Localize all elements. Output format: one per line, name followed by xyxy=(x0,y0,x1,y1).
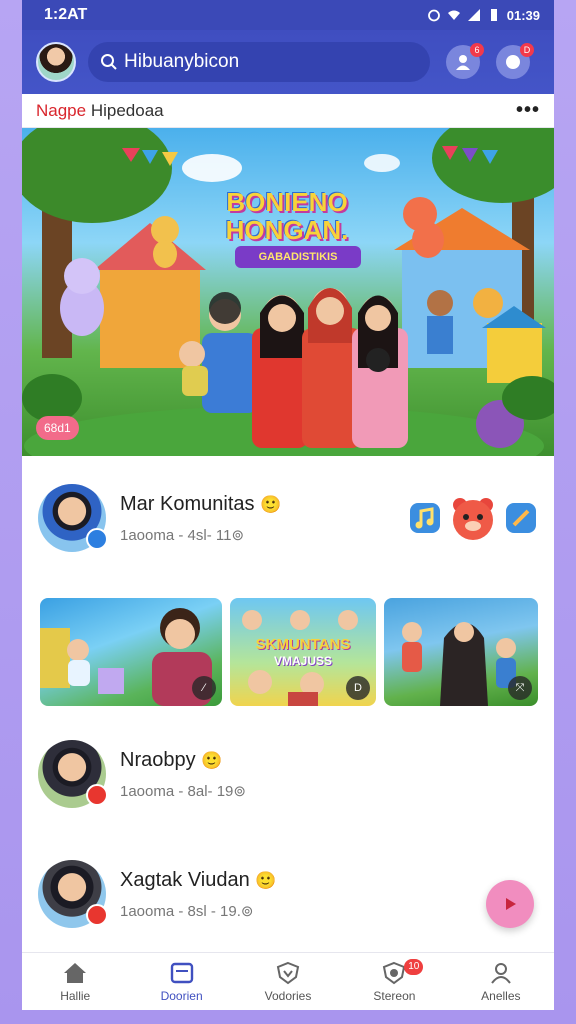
feed-name-text: Mar Komunitas xyxy=(120,492,255,515)
post-title-bar: Nagpe Hipedoaa ••• xyxy=(22,94,554,128)
user-icon xyxy=(491,962,511,984)
smile-emoji-icon: 🙂 xyxy=(255,870,277,890)
nav-label: Vodories xyxy=(264,988,312,1003)
wifi-icon xyxy=(447,10,460,20)
hero-title-line1: BONIENO xyxy=(226,187,348,217)
more-options-icon[interactable]: ••• xyxy=(516,99,540,122)
feed-name: Xagtak Viudan 🙂 xyxy=(120,869,276,892)
nav-label: Doorien xyxy=(160,988,203,1003)
feed-name-text: Nraobpy xyxy=(120,748,196,771)
nav-badge: 10 xyxy=(404,959,424,975)
hero-title: BONIENO HONGAN. xyxy=(212,188,362,244)
feed-name: Mar Komunitas 🙂 xyxy=(120,493,281,516)
nav-label: Stereon xyxy=(373,988,416,1003)
bear-mascot-icon[interactable] xyxy=(448,493,498,543)
content-card: Nagpe Hipedoaa ••• BONIENO HONGAN. GABAD… xyxy=(22,94,554,1010)
video-tile[interactable]: ⁄ xyxy=(40,598,222,706)
feed-meta: 1aooma - 4sl- 11⊚ xyxy=(120,526,245,544)
tile-subtitle: VMAJUSS xyxy=(273,654,332,668)
feed-avatar[interactable] xyxy=(38,740,108,808)
smile-emoji-icon: 🙂 xyxy=(260,494,282,514)
hero-title-line2: HONGAN. xyxy=(225,215,349,245)
status-time: 1:2AT xyxy=(44,6,88,23)
notification-badge: 6 xyxy=(470,43,484,57)
profile-avatar[interactable] xyxy=(36,42,76,82)
messages-badge: D xyxy=(520,43,534,57)
verified-icon xyxy=(86,528,108,550)
hero-illustration xyxy=(22,128,554,456)
feed-name-text: Xagtak Viudan xyxy=(120,868,250,891)
tile-title: SKMUNTANS xyxy=(255,636,351,653)
nav-item-home[interactable]: Hallie xyxy=(22,953,128,1010)
heart-badge-icon xyxy=(86,784,108,806)
music-note-icon[interactable] xyxy=(408,501,442,535)
app-header: Hibuanybicon 6 D xyxy=(22,30,554,94)
hero-subtitle: GABADISTIKIS xyxy=(235,246,361,268)
floating-play-button[interactable] xyxy=(486,880,534,928)
status-bar: 1:2AT 01:39 xyxy=(22,0,554,30)
user-alert-icon xyxy=(456,55,470,70)
nav-label: Hallie xyxy=(60,988,91,1003)
feed-text: Nraobpy 🙂 1aooma - 8al- 19⊚ xyxy=(120,749,246,800)
search-bar[interactable]: Hibuanybicon xyxy=(88,42,430,82)
notification-button[interactable]: 6 xyxy=(446,43,484,79)
shield-heart-icon xyxy=(276,961,300,984)
hero-banner[interactable]: BONIENO HONGAN. GABADISTIKIS 68d1 xyxy=(22,128,554,456)
post-title: Nagpe Hipedoaa xyxy=(36,101,164,121)
feed-reaction-icons xyxy=(408,493,538,543)
chat-icon xyxy=(506,55,520,69)
post-title-dark: Hipedoaa xyxy=(90,100,164,120)
hero-badge: 68d1 xyxy=(36,416,79,440)
video-tile[interactable]: SKMUNTANS VMAJUSS D xyxy=(230,598,376,706)
smile-emoji-icon: 🙂 xyxy=(201,750,223,770)
nav-item-stereon[interactable]: Stereon 10 xyxy=(341,953,447,1010)
play-icon xyxy=(506,898,516,910)
video-tile[interactable]: ⤧ xyxy=(384,598,538,706)
nav-item-anelles[interactable]: Anelles xyxy=(448,953,554,1010)
search-text: Hibuanybicon xyxy=(124,51,240,72)
feed-meta: 1aooma - 8sl - 19.⊚ xyxy=(120,902,254,920)
feed-meta: 1aooma - 8al- 19⊚ xyxy=(120,782,246,800)
home-icon xyxy=(64,962,87,983)
battery-icon xyxy=(490,9,497,21)
status-icons: 01:39 xyxy=(427,8,540,23)
messages-button[interactable]: D xyxy=(496,43,534,79)
feed-text: Mar Komunitas 🙂 1aooma - 4sl- 11⊚ xyxy=(120,493,281,544)
search-icon xyxy=(101,54,117,70)
feed-avatar[interactable] xyxy=(38,860,108,928)
tile-play-icon[interactable]: ⁄ xyxy=(192,676,216,700)
feed-item[interactable]: Nraobpy 🙂 1aooma - 8al- 19⊚ xyxy=(38,736,538,812)
calendar-icon xyxy=(170,962,193,983)
nav-label: Anelles xyxy=(481,988,521,1003)
feed-name: Nraobpy 🙂 xyxy=(120,749,246,772)
bottom-navigation: Hallie Doorien Vodories Stereon 10 Anell… xyxy=(22,952,554,1010)
feed-item[interactable]: Mar Komunitas 🙂 1aooma - 4sl- 11⊚ xyxy=(38,480,538,556)
alarm-icon xyxy=(427,9,440,22)
tile-play-icon[interactable]: D xyxy=(346,676,370,700)
tools-icon[interactable] xyxy=(504,501,538,535)
nav-item-vodories[interactable]: Vodories xyxy=(235,953,341,1010)
feed-avatar[interactable] xyxy=(38,484,108,552)
nav-item-doorien[interactable]: Doorien xyxy=(128,953,234,1010)
heart-badge-icon xyxy=(86,904,108,926)
post-title-red: Nagpe xyxy=(36,100,87,120)
feed-item[interactable]: Xagtak Viudan 🙂 1aooma - 8sl - 19.⊚ xyxy=(38,856,538,932)
signal-icon xyxy=(467,9,480,21)
tile-play-icon[interactable]: ⤧ xyxy=(508,676,532,700)
feed-text: Xagtak Viudan 🙂 1aooma - 8sl - 19.⊚ xyxy=(120,869,276,920)
status-right-text: 01:39 xyxy=(506,7,540,23)
